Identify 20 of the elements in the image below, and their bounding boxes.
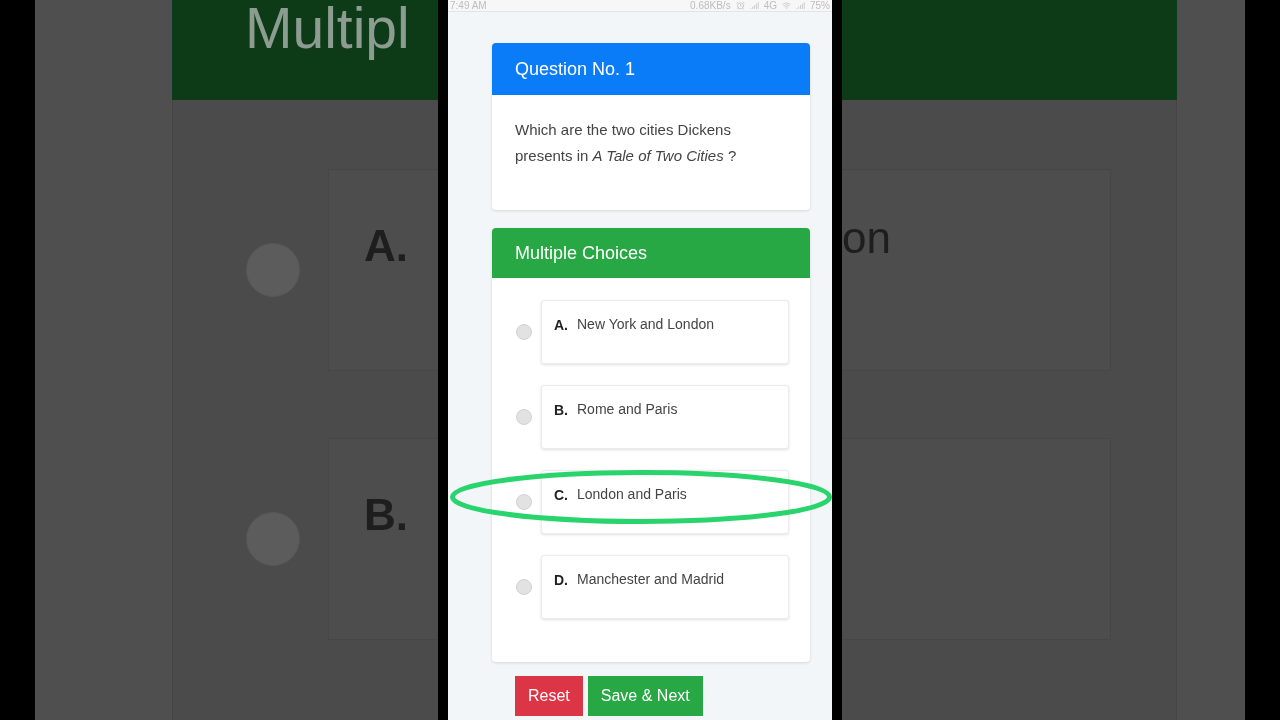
network-speed: 0.68KB/s (690, 0, 731, 12)
network-type: 4G (763, 0, 777, 12)
radio-button[interactable] (516, 409, 532, 425)
signal-icon (796, 1, 805, 10)
answer-option[interactable]: A. New York and London (541, 300, 789, 364)
answer-option[interactable]: D. Manchester and Madrid (541, 555, 789, 619)
wifi-icon (782, 1, 791, 10)
reset-button[interactable]: Reset (515, 676, 583, 716)
radio-button[interactable] (516, 324, 532, 340)
answer-option[interactable]: B. Rome and Paris (541, 385, 789, 449)
radio-button[interactable] (516, 494, 532, 510)
question-text: Which are the two cities Dickens presents in A Tale of Two Cities ? (515, 120, 738, 166)
radio-button[interactable] (516, 579, 532, 595)
choices-header: Multiple Choices (492, 228, 810, 278)
alarm-clock-icon (735, 1, 745, 10)
backdrop-header: Multipl (172, 0, 438, 100)
question-header: Question No. 1 (492, 43, 810, 95)
battery-percent: 75% (810, 0, 830, 12)
signal-icon (749, 1, 759, 10)
status-time: 7:49 AM (450, 0, 487, 12)
